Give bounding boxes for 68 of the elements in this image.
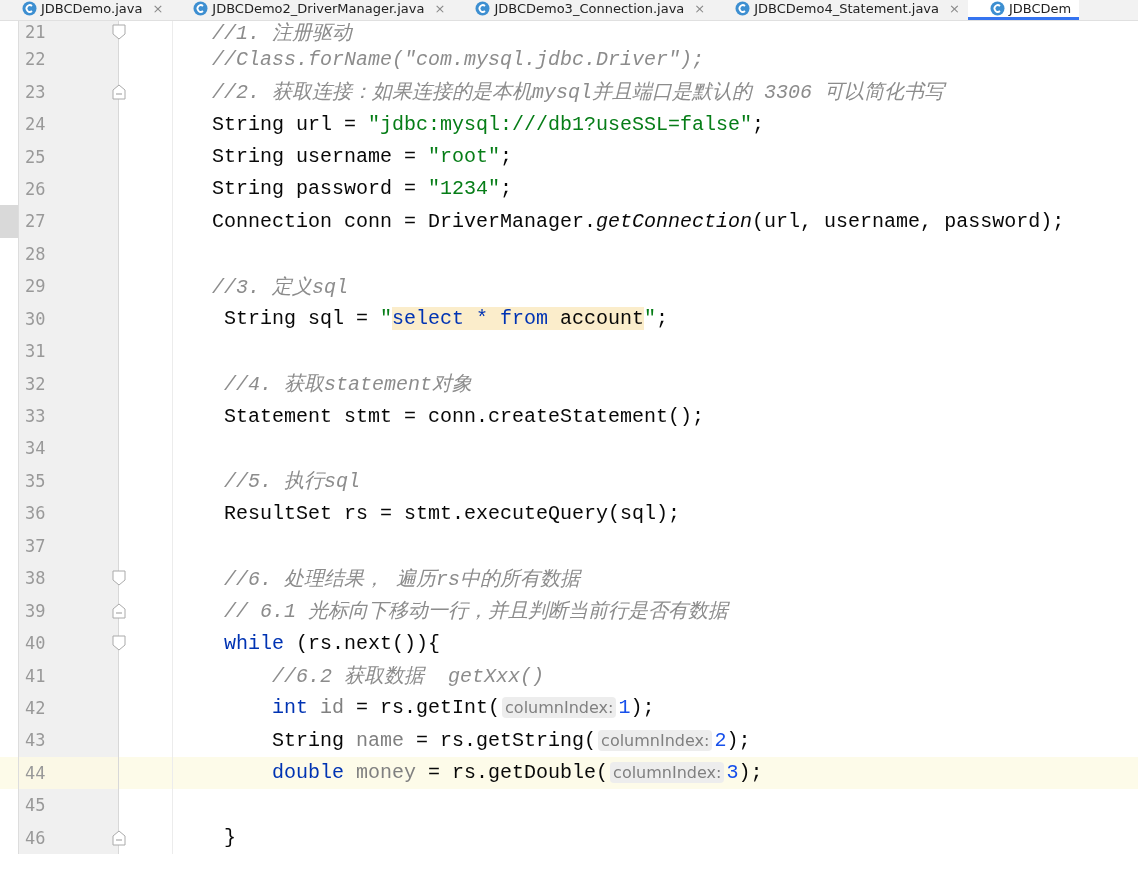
class-icon (735, 1, 751, 16)
class-icon (22, 1, 37, 16)
line-number: 35 (18, 464, 119, 498)
tab-label: JDBCDemo2_DriverManager.java (212, 1, 425, 16)
code-line: //1. 注册驱动 (212, 20, 352, 46)
code-line: //6. 处理结果， 遍历rs中的所有数据 (223, 566, 581, 592)
code-line: String username = "root"; (212, 145, 513, 169)
line-number: 41 (18, 659, 119, 692)
code-line: while (rs.next()){ (223, 631, 441, 655)
fold-icon[interactable] (112, 570, 126, 587)
line-number: 22 (18, 43, 119, 76)
line-number: 43 (18, 724, 119, 757)
file-tab[interactable]: JDBCDemo4_Statement.java × (713, 0, 968, 20)
line-number: 38 (18, 562, 119, 595)
line-number: 30 (18, 302, 119, 335)
line-number: 36 (18, 497, 119, 530)
code-line: //5. 执行sql (223, 469, 361, 495)
class-icon (989, 1, 1005, 16)
code-line: String url = "jdbc:mysql:///db1?useSSL=false"; (212, 112, 765, 136)
file-tab[interactable]: JDBCDem (967, 0, 1080, 20)
line-number: 34 (18, 432, 119, 465)
fold-icon[interactable] (112, 24, 126, 40)
line-number: 32 (18, 367, 119, 400)
code-line: ResultSet rs = stmt.executeQuery(sql); (223, 501, 681, 525)
code-line: //4. 获取statement对象 (223, 372, 473, 398)
line-number: 29 (18, 270, 119, 303)
code-line: String password = "1234"; (212, 177, 513, 201)
class-icon (475, 1, 491, 16)
class-icon (193, 1, 209, 16)
tab-label: JDBCDemo3_Connection.java (494, 1, 685, 16)
code-line: String name = rs.getString( columnIndex: 2); (271, 728, 751, 752)
fold-icon[interactable] (112, 83, 126, 100)
code-line: //Class.forName("com.mysql.jdbc.Driver"); (212, 47, 705, 71)
line-number: 28 (18, 237, 119, 271)
line-number: 45 (18, 789, 119, 822)
line-number: 39 (18, 594, 119, 627)
line-number: 26 (18, 172, 119, 206)
code-line: Statement stmt = conn.createStatement(); (223, 404, 705, 428)
fold-icon[interactable] (112, 829, 126, 846)
line-number: 44 (18, 756, 119, 790)
line-number: 40 (18, 626, 119, 660)
fold-icon[interactable] (112, 635, 126, 652)
tab-label: JDBCDemo4_Statement.java (754, 1, 939, 16)
line-number: 23 (18, 75, 119, 108)
code-line: //6.2 获取数据 getXxx() (271, 664, 545, 690)
fold-icon[interactable] (112, 602, 126, 619)
file-tab[interactable]: JDBCDemo2_DriverManager.java × (171, 0, 454, 20)
code-line: double money = rs.getDouble( columnIndex: 3); (271, 761, 763, 785)
code-line: int id = rs.getInt( columnIndex: 1); (271, 696, 655, 720)
line-number: 37 (18, 529, 119, 562)
code-line: //2. 获取连接：如果连接的是本机mysql并且端口是默认的 3306 可以简化书写 (212, 80, 945, 106)
line-number: 31 (18, 334, 119, 368)
code-line: String sql = "select * from account"; (223, 307, 669, 331)
tab-label: JDBCDemo.java (41, 1, 143, 16)
code-line: // 6.1 光标向下移动一行，并且判断当前行是否有数据 (223, 599, 728, 625)
line-number: 25 (18, 140, 119, 173)
line-number: 24 (18, 107, 119, 141)
tab-label: JDBCDem (1008, 1, 1072, 16)
code-line: Connection conn = DriverManager.getConnection(url, username, password); (212, 209, 1065, 233)
line-number: 46 (18, 821, 119, 854)
code-line: } (223, 826, 236, 850)
file-tab[interactable]: JDBCDemo.java × (0, 0, 172, 20)
file-tab[interactable]: JDBCDemo3_Connection.java × (453, 0, 714, 20)
line-number: 27 (18, 205, 119, 238)
line-number: 33 (18, 399, 119, 433)
line-number: 21 (18, 21, 119, 43)
line-number: 42 (18, 691, 119, 725)
code-line: //3. 定义sql (212, 274, 348, 300)
